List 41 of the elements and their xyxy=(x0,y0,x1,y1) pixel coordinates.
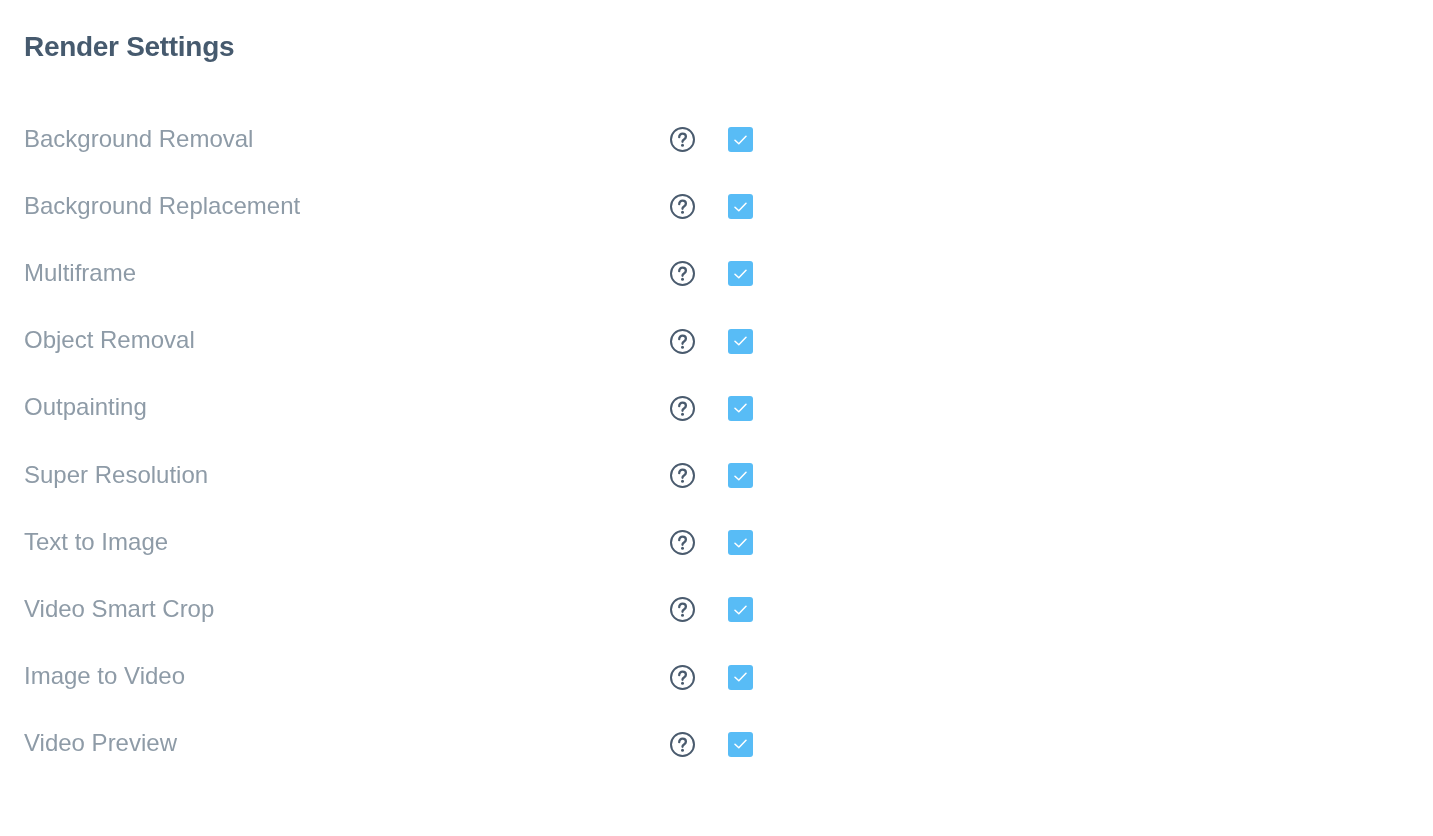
checkbox[interactable] xyxy=(728,194,753,220)
setting-label: Background Replacement xyxy=(24,190,302,221)
setting-label: Background Removal xyxy=(24,123,255,154)
help-icon[interactable] xyxy=(670,328,695,354)
help-icon[interactable] xyxy=(670,597,695,623)
help-icon[interactable] xyxy=(670,395,695,421)
check-icon xyxy=(734,604,747,615)
help-icon[interactable] xyxy=(670,731,695,757)
checkbox[interactable] xyxy=(728,127,753,153)
check-icon xyxy=(734,134,747,145)
check-icon xyxy=(734,201,747,212)
checkbox[interactable] xyxy=(728,395,753,421)
check-icon xyxy=(734,336,747,347)
checkbox[interactable] xyxy=(728,463,753,489)
help-icon[interactable] xyxy=(670,261,695,287)
help-icon[interactable] xyxy=(670,127,695,153)
checkbox[interactable] xyxy=(728,530,753,556)
check-icon xyxy=(734,470,747,481)
help-icon[interactable] xyxy=(670,664,695,690)
check-icon xyxy=(734,672,747,683)
setting-label: Super Resolution xyxy=(24,459,210,490)
setting-label: Object Removal xyxy=(24,325,196,356)
check-icon xyxy=(734,403,747,414)
setting-label: Outpainting xyxy=(24,392,148,423)
help-icon[interactable] xyxy=(670,530,695,556)
checkbox[interactable] xyxy=(728,597,753,623)
setting-label: Image to Video xyxy=(24,661,186,692)
help-icon[interactable] xyxy=(670,194,695,220)
check-icon xyxy=(734,268,747,279)
checkbox[interactable] xyxy=(728,328,753,354)
checkbox[interactable] xyxy=(728,664,753,690)
check-icon xyxy=(734,537,747,548)
checkbox[interactable] xyxy=(728,261,753,287)
page-title: Render Settings xyxy=(24,30,235,64)
help-icon[interactable] xyxy=(670,463,695,489)
setting-label: Video Smart Crop xyxy=(24,593,216,624)
check-icon xyxy=(734,739,747,750)
setting-label: Text to Image xyxy=(24,526,170,557)
checkbox[interactable] xyxy=(728,731,753,757)
setting-label: Multiframe xyxy=(24,257,138,288)
setting-label: Video Preview xyxy=(24,728,178,759)
